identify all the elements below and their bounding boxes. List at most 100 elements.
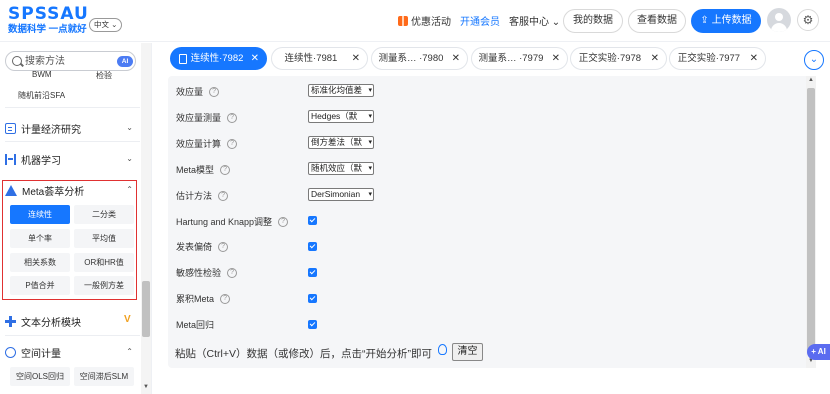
row-label: 效应量测量 — [176, 113, 222, 123]
cumulative-meta-checkbox[interactable] — [308, 294, 317, 303]
category-label: 机器学习 — [21, 155, 61, 167]
category-label: 计量经济研究 — [21, 124, 81, 136]
row-hartung-knapp: Hartung and Knapp调整? — [176, 215, 289, 228]
category-label: 空间计量 — [21, 348, 61, 360]
effect-calc-select[interactable]: 倒方差法（默 ▾ — [308, 136, 374, 149]
upload-data-button[interactable]: ⇪ 上传数据 — [691, 9, 761, 33]
help-icon[interactable]: ? — [220, 293, 231, 304]
meta-regression-checkbox[interactable] — [308, 320, 317, 329]
row-label: 敏感性检验 — [176, 268, 222, 278]
tab-measurement-7979[interactable]: 测量系… ·7979 ✕ — [471, 47, 568, 70]
tab-orthogonal-7977[interactable]: 正交实验·7977 ✕ — [669, 47, 766, 70]
content-scroll-thumb[interactable] — [807, 88, 815, 352]
sidebar-item-sfa[interactable]: 随机前沿SFA — [18, 90, 65, 101]
tab-continuous-7982[interactable]: 连续性·7982 ✕ — [170, 47, 267, 70]
meta-item-variance[interactable]: 一般例方差 — [74, 276, 134, 295]
close-icon[interactable]: ✕ — [651, 48, 659, 69]
tab-continuous-7981[interactable]: 连续性·7981 ✕ — [271, 47, 368, 70]
row-estimation-method: 估计方法? — [176, 189, 229, 202]
language-switch[interactable]: 中文 ⌄ — [89, 18, 123, 32]
help-icon[interactable]: ? — [278, 216, 289, 227]
ai-badge[interactable]: AI — [117, 56, 133, 67]
hartung-knapp-checkbox[interactable] — [308, 216, 317, 225]
my-data-button[interactable]: 我的数据 — [563, 9, 623, 33]
help-icon[interactable]: ? — [209, 86, 220, 97]
sidebar-scroll-thumb[interactable] — [142, 281, 150, 337]
ai-assistant-button[interactable]: + AI — [807, 344, 830, 360]
meta-item-or-hr[interactable]: OR和HR值 — [74, 253, 134, 272]
divider — [5, 335, 140, 336]
help-icon[interactable]: ? — [218, 241, 229, 252]
help-icon[interactable]: ? — [227, 138, 238, 149]
econometrics-icon — [5, 122, 16, 134]
text-analysis-icon — [5, 315, 16, 327]
row-label: 效应量计算 — [176, 139, 222, 149]
estimation-method-select[interactable]: DerSimonian ▾ — [308, 188, 374, 201]
row-effect-size: 效应量? — [176, 85, 220, 98]
close-icon[interactable]: ✕ — [251, 48, 259, 69]
help-icon[interactable]: ? — [227, 267, 238, 278]
category-text-analysis[interactable]: 文本分析模块 — [5, 310, 135, 332]
row-publication-bias: 发表偏倚? — [176, 240, 229, 253]
publication-bias-checkbox[interactable] — [308, 242, 317, 251]
paste-hint: 粘贴（Ctrl+V）数据（或修改）后，点击“开始分析”即可 — [175, 348, 432, 360]
row-effect-calc: 效应量计算? — [176, 137, 238, 150]
view-data-button[interactable]: 查看数据 — [628, 9, 686, 33]
close-icon[interactable]: ✕ — [452, 48, 460, 69]
help-icon[interactable]: ? — [227, 112, 238, 123]
search-input[interactable] — [25, 54, 110, 68]
sidebar-item-bwm[interactable]: BWM — [32, 70, 52, 79]
category-spatial-econometrics[interactable]: 空间计量 ⌃ — [5, 341, 135, 363]
tab-measurement-7980[interactable]: 测量系… ·7980 ✕ — [371, 47, 468, 70]
chevron-down-icon: ▾ — [367, 163, 372, 174]
close-icon[interactable]: ✕ — [552, 48, 560, 69]
meta-item-mean[interactable]: 平均值 — [74, 229, 134, 248]
chevron-down-icon: ▾ — [367, 137, 372, 148]
row-label: 累积Meta — [176, 294, 215, 304]
chevron-up-icon: ⌃ — [126, 347, 133, 356]
help-icon[interactable]: ? — [220, 164, 231, 175]
scroll-down-arrow-icon[interactable]: ▼ — [143, 384, 149, 390]
spatial-item-slm[interactable]: 空间滞后SLM — [74, 367, 134, 386]
row-label: 效应量 — [176, 87, 204, 97]
meta-item-continuous[interactable]: 连续性 — [10, 205, 70, 224]
close-icon[interactable]: ✕ — [352, 48, 360, 69]
help-icon[interactable]: ? — [218, 190, 229, 201]
chevron-down-icon: ▾ — [367, 85, 372, 96]
chevron-down-icon: ▾ — [367, 111, 372, 122]
row-meta-regression: Meta回归 — [176, 318, 214, 331]
meta-model-select[interactable]: 随机效应（默 ▾ — [308, 162, 374, 175]
sidebar-item-test[interactable]: 检验 — [96, 70, 112, 81]
meta-item-binary[interactable]: 二分类 — [74, 205, 134, 224]
chevron-down-icon: ⌄ — [126, 123, 133, 132]
spatial-item-ols[interactable]: 空间OLS回归 — [10, 367, 70, 386]
sidebar: AI BWM 检验 随机前沿SFA 计量经济研究 ⌄ 机器学习 ⌄ Meta荟萃… — [0, 43, 152, 394]
nav-vip[interactable]: 开通会员 — [460, 13, 500, 28]
nav-coupon[interactable]: 优惠活动 — [398, 13, 451, 28]
row-label: 发表偏倚 — [176, 242, 213, 252]
meta-item-correlation[interactable]: 相关系数 — [10, 253, 70, 272]
row-cumulative-meta: 累积Meta? — [176, 292, 231, 305]
close-icon[interactable]: ✕ — [750, 48, 758, 69]
gift-icon — [398, 15, 408, 26]
avatar[interactable] — [767, 8, 791, 32]
clear-button[interactable]: 清空 — [452, 343, 483, 361]
gear-icon[interactable]: ⚙ — [797, 9, 819, 31]
chevron-down-icon[interactable]: ⌄ — [804, 50, 824, 70]
meta-item-p-combine[interactable]: P值合并 — [10, 276, 70, 295]
brand-logo[interactable]: SPSSAU 数据科学 一点就好 — [8, 5, 89, 36]
effect-measure-select[interactable]: Hedges（默 ▾ — [308, 110, 374, 123]
meta-item-single-rate[interactable]: 单个率 — [10, 229, 70, 248]
nav-service-center[interactable]: 客服中心 ⌄ — [509, 13, 560, 28]
effect-size-select[interactable]: 标准化均值差 ▾ — [308, 84, 374, 97]
tab-orthogonal-7978[interactable]: 正交实验·7978 ✕ — [570, 47, 667, 70]
category-meta-analysis[interactable]: Meta荟萃分析 ⌃ — [5, 179, 135, 201]
category-econometrics[interactable]: 计量经济研究 ⌄ — [5, 117, 135, 139]
sidebar-scrollbar[interactable] — [141, 43, 151, 394]
lightbulb-icon[interactable] — [438, 344, 447, 355]
category-machine-learning[interactable]: 机器学习 ⌄ — [5, 148, 135, 170]
sensitivity-checkbox[interactable] — [308, 268, 317, 277]
chevron-up-icon: ⌃ — [126, 185, 133, 194]
search-icon — [12, 56, 22, 66]
scroll-up-arrow-icon[interactable]: ▲ — [808, 77, 814, 83]
